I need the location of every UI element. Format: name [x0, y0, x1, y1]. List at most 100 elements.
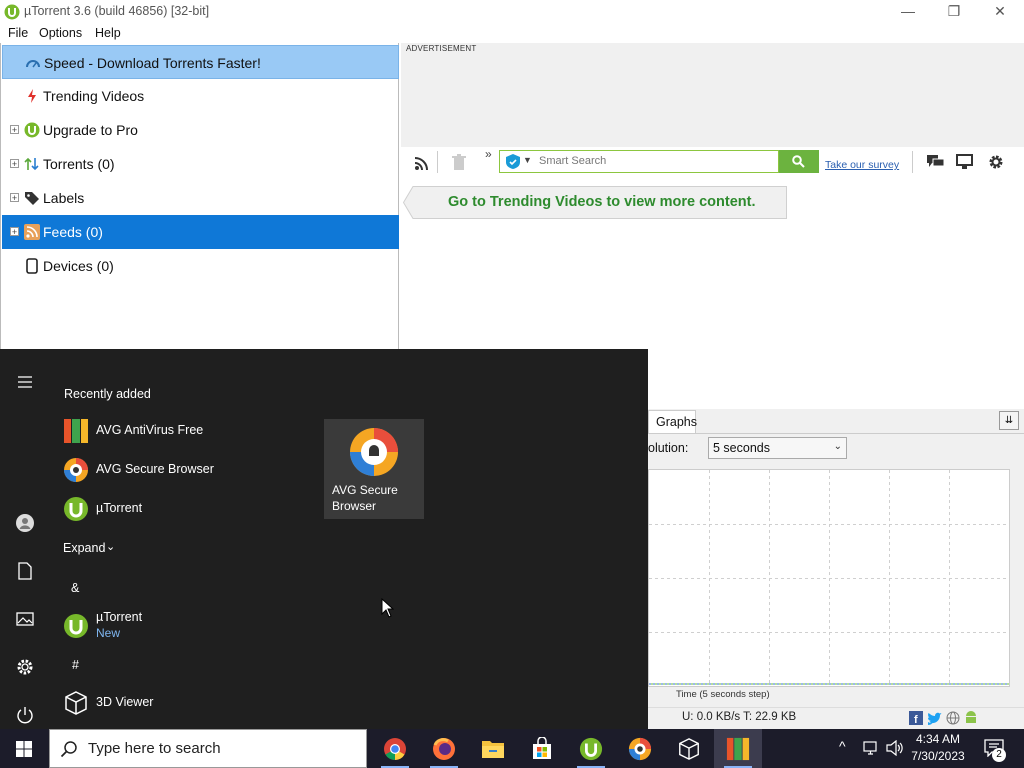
app-list-item[interactable]: AVG Secure Browser [60, 454, 310, 486]
trending-banner-text: Go to Trending Videos to view more conte… [448, 194, 756, 210]
trash-icon[interactable] [451, 154, 467, 171]
settings-gear-icon[interactable] [14, 656, 36, 678]
taskbar-file-explorer[interactable] [469, 729, 517, 768]
app-name: AVG Secure Browser [96, 462, 214, 476]
expand-toggle[interactable]: + [10, 227, 19, 237]
taskbar-3d-viewer[interactable] [665, 729, 713, 768]
section-header-amp[interactable]: & [71, 581, 79, 595]
app-name: AVG AntiVirus Free [96, 423, 204, 437]
survey-link[interactable]: Take our survey [825, 159, 899, 171]
taskbar-chrome[interactable] [371, 729, 419, 768]
sidebar-item-trending[interactable]: Trending Videos [2, 79, 399, 113]
trending-banner[interactable]: Go to Trending Videos to view more conte… [403, 186, 787, 219]
shield-icon [506, 154, 520, 169]
toolbar-divider [912, 151, 913, 173]
chrome-icon [384, 738, 406, 760]
start-button[interactable] [0, 729, 48, 768]
android-icon[interactable] [964, 710, 978, 726]
sidebar-item-label: Devices (0) [43, 258, 114, 274]
title-bar: µTorrent 3.6 (build 46856) [32-bit] — ❐ … [0, 0, 1024, 24]
smart-search-placeholder: Smart Search [539, 155, 607, 167]
new-badge: New [96, 626, 121, 640]
chevron-down-icon[interactable]: ▼ [523, 155, 532, 165]
app-list-item[interactable]: AVG AntiVirus Free [60, 415, 310, 447]
app-list-item[interactable]: µTorrent [60, 493, 310, 525]
chat-icon[interactable] [927, 154, 944, 170]
search-icon [60, 741, 77, 758]
menu-help[interactable]: Help [95, 26, 121, 40]
app-name: µTorrent [96, 501, 143, 515]
sidebar: Speed - Download Torrents Faster! Trendi… [0, 43, 399, 349]
speed-gauge-icon [26, 60, 40, 68]
resolution-select[interactable]: 5 seconds ⌄ [708, 437, 847, 459]
torrents-arrows-icon [24, 157, 39, 171]
sidebar-item-devices[interactable]: Devices (0) [2, 249, 399, 283]
file-explorer-icon [482, 741, 504, 758]
lightning-icon [28, 89, 36, 103]
maximize-button[interactable]: ❐ [931, 0, 977, 24]
taskbar-avg-antivirus[interactable] [714, 729, 762, 768]
collapse-pane-button[interactable]: ⇊ [999, 411, 1019, 430]
start-tile-avg-browser[interactable]: AVG Secure Browser [324, 419, 424, 519]
sidebar-item-torrents[interactable]: + Torrents (0) [2, 147, 399, 181]
sidebar-item-speed[interactable]: Speed - Download Torrents Faster! [2, 45, 399, 79]
rss-feed-icon [24, 224, 40, 240]
menu-options[interactable]: Options [39, 26, 82, 40]
utorrent-logo-icon [4, 4, 20, 20]
search-button[interactable] [779, 150, 819, 173]
facebook-icon[interactable]: f [909, 711, 923, 725]
monitor-icon[interactable] [956, 154, 973, 170]
taskbar-store[interactable] [518, 729, 566, 768]
pictures-icon[interactable] [14, 608, 36, 630]
device-icon [26, 258, 38, 274]
gear-icon[interactable] [988, 154, 1004, 170]
globe-icon[interactable] [946, 711, 960, 725]
documents-icon[interactable] [14, 560, 36, 582]
network-icon[interactable] [863, 740, 881, 756]
expand-toggle[interactable]: + [10, 125, 19, 135]
rss-add-icon[interactable] [414, 155, 430, 171]
transfer-status: U: 0.0 KB/s T: 22.9 KB [682, 711, 797, 723]
chevron-down-icon: ⌄ [833, 441, 842, 452]
user-account-icon[interactable] [14, 512, 36, 534]
label-tag-icon [25, 192, 39, 205]
speed-graph [648, 469, 1010, 687]
expand-button[interactable]: Expand ⌄ [60, 537, 130, 557]
expand-label: Expand [63, 541, 106, 555]
taskbar-search-box[interactable]: Type here to search [49, 729, 367, 768]
expand-toggle[interactable]: + [10, 193, 19, 203]
sidebar-item-upgrade[interactable]: + Upgrade to Pro [2, 113, 399, 147]
power-icon[interactable] [14, 704, 36, 726]
chevron-down-icon: ⌄ [106, 541, 116, 553]
app-name: µTorrent [96, 610, 143, 624]
sidebar-item-label: Trending Videos [43, 88, 145, 104]
chevron-up-icon[interactable]: ^ [839, 738, 846, 754]
taskbar-firefox[interactable] [420, 729, 468, 768]
utorrent-icon [64, 614, 88, 638]
app-list-item[interactable]: 3D Viewer [60, 687, 310, 719]
hamburger-menu-icon[interactable] [14, 371, 36, 393]
search-icon [792, 155, 805, 168]
speed-graph-svg [649, 470, 1009, 686]
minimize-button[interactable]: — [885, 0, 931, 24]
menu-bar: File Options Help [0, 24, 1024, 43]
expand-toggle[interactable]: + [10, 159, 19, 169]
taskbar-utorrent[interactable] [567, 729, 615, 768]
sidebar-item-feeds[interactable]: + Feeds (0) [2, 215, 399, 249]
toolbar-overflow[interactable]: » [485, 147, 492, 161]
avg-browser-icon [350, 428, 398, 476]
taskbar-avg-browser[interactable] [616, 729, 664, 768]
section-header-hash[interactable]: # [72, 658, 79, 672]
taskbar-clock[interactable]: 4:34 AM 7/30/2023 [902, 731, 974, 765]
sidebar-item-labels[interactable]: + Labels [2, 181, 399, 215]
close-button[interactable]: ✕ [977, 0, 1023, 24]
menu-file[interactable]: File [8, 26, 28, 40]
smart-search-box[interactable]: ▼ Smart Search [499, 150, 779, 173]
recently-added-heading: Recently added [64, 387, 151, 401]
app-name: 3D Viewer [96, 695, 154, 709]
action-center-button[interactable]: 2 [978, 729, 1024, 768]
app-list-item[interactable]: µTorrent New [60, 608, 310, 644]
tab-graphs[interactable]: Graphs [648, 410, 697, 433]
svg-text:f: f [914, 714, 918, 725]
twitter-icon[interactable] [927, 711, 942, 725]
